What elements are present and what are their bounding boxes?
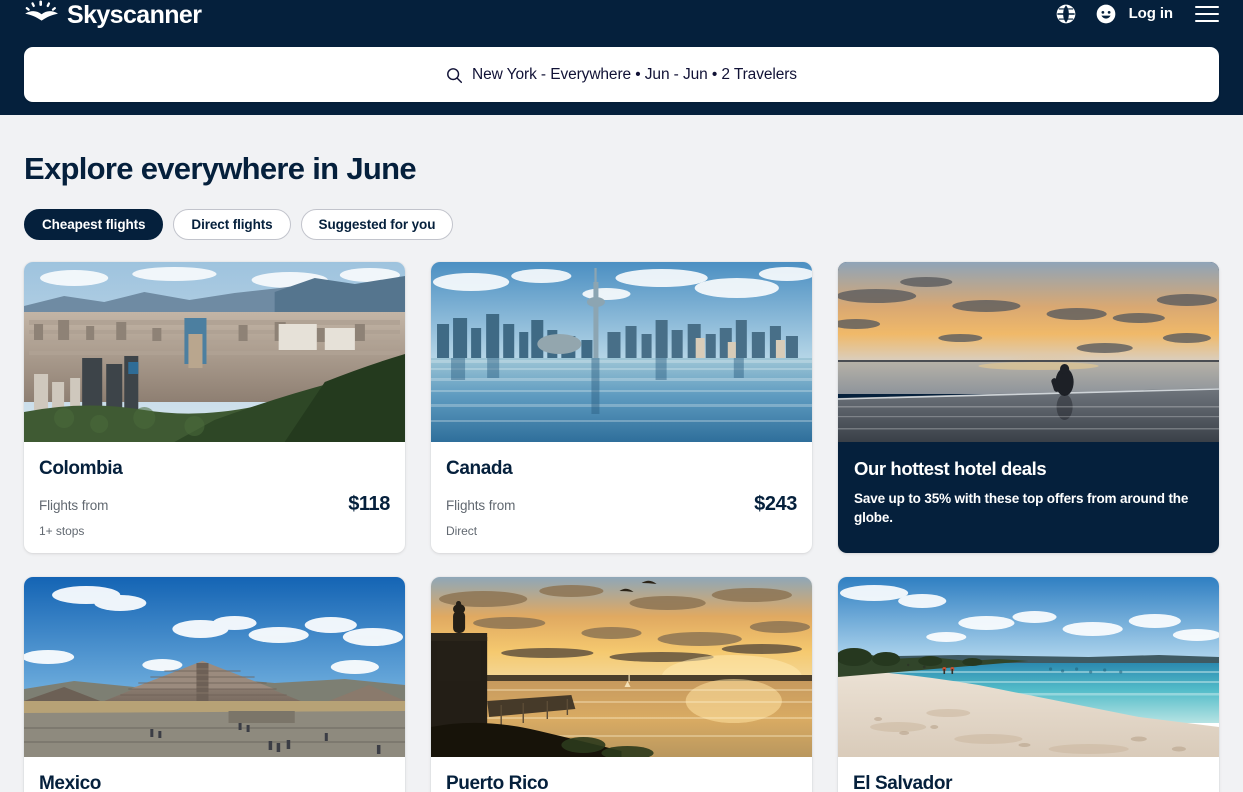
destination-card-canada[interactable]: Canada Flights from $243 Direct: [431, 262, 812, 553]
promo-card-hotel-deals[interactable]: Our hottest hotel deals Save up to 35% w…: [838, 262, 1219, 553]
destination-card-el-salvador[interactable]: El Salvador: [838, 577, 1219, 792]
card-photo-old-san-juan-garita-sunset: [431, 577, 812, 757]
search-icon: [447, 67, 463, 83]
globe-icon[interactable]: [1055, 3, 1077, 25]
card-country-name: Canada: [446, 458, 513, 479]
card-photo-white-sand-beach-turquoise-sea: [838, 577, 1219, 757]
card-body: Puerto Rico: [431, 757, 812, 792]
card-stops-label: Direct: [446, 524, 478, 538]
promo-card-body: Our hottest hotel deals Save up to 35% w…: [838, 442, 1219, 547]
hamburger-menu-icon[interactable]: [1195, 5, 1219, 22]
card-country-name: Colombia: [39, 458, 123, 479]
hamburger-line: [1195, 19, 1219, 22]
destination-card-grid: Colombia Flights from $118 1+ stops Cana…: [24, 262, 1219, 792]
logo-wordmark: Skyscanner: [67, 1, 202, 29]
filter-pill-row: Cheapest flights Direct flights Suggeste…: [24, 209, 1219, 240]
search-summary-text: New York - Everywhere • Jun - Jun • 2 Tr…: [472, 65, 797, 83]
header-actions: Log in: [1055, 3, 1219, 25]
card-body: Mexico: [24, 757, 405, 792]
card-price: $243: [754, 493, 797, 515]
promo-subtitle: Save up to 35% with these top offers fro…: [854, 491, 1189, 525]
skyscanner-logo[interactable]: Skyscanner: [24, 0, 202, 29]
card-flights-from-label: Flights from: [446, 498, 516, 513]
card-body: Colombia Flights from $118 1+ stops: [24, 442, 405, 553]
page-title: Explore everywhere in June: [24, 151, 417, 186]
promo-title: Our hottest hotel deals: [854, 458, 1047, 479]
account-circle-icon[interactable]: [1095, 3, 1117, 25]
card-body: Canada Flights from $243 Direct: [431, 442, 812, 553]
site-header: Skyscanner Log in New York - Everywhere …: [0, 0, 1243, 115]
card-price-row: Flights from $243: [446, 493, 797, 516]
header-top-bar: Skyscanner Log in: [0, 0, 1243, 30]
card-body: El Salvador: [838, 757, 1219, 792]
filter-pill-cheapest-flights[interactable]: Cheapest flights: [24, 209, 164, 240]
card-photo-teotihuacan-pyramid-blue-sky: [24, 577, 405, 757]
filter-pill-direct-flights[interactable]: Direct flights: [173, 209, 291, 240]
card-photo-toronto-skyline-cn-tower-lake: [431, 262, 812, 442]
filter-pill-suggested-for-you[interactable]: Suggested for you: [300, 209, 454, 240]
card-price-row: Flights from $118: [39, 493, 390, 516]
destination-card-colombia[interactable]: Colombia Flights from $118 1+ stops: [24, 262, 405, 553]
card-country-name: El Salvador: [853, 773, 953, 792]
card-photo-sunset-infinity-pool-woman: [838, 262, 1219, 442]
card-price: $118: [348, 493, 390, 515]
card-stops-label: 1+ stops: [39, 524, 85, 538]
hamburger-line: [1195, 5, 1219, 8]
destination-card-puerto-rico[interactable]: Puerto Rico: [431, 577, 812, 792]
card-flights-from-label: Flights from: [39, 498, 109, 513]
skyscanner-sunrise-logo-icon: [25, 0, 58, 21]
search-summary-bar[interactable]: New York - Everywhere • Jun - Jun • 2 Tr…: [24, 47, 1219, 102]
search-bar-wrapper: New York - Everywhere • Jun - Jun • 2 Tr…: [0, 47, 1243, 102]
card-country-name: Mexico: [39, 773, 102, 792]
login-link[interactable]: Log in: [1129, 5, 1173, 22]
card-country-name: Puerto Rico: [446, 773, 549, 792]
search-inner: New York - Everywhere • Jun - Jun • 2 Tr…: [446, 66, 797, 84]
card-photo-bogota-cityscape-hills: [24, 262, 405, 442]
destination-card-mexico[interactable]: Mexico: [24, 577, 405, 792]
main-content: Explore everywhere in June Cheapest flig…: [0, 151, 1243, 792]
hamburger-line: [1195, 12, 1219, 15]
